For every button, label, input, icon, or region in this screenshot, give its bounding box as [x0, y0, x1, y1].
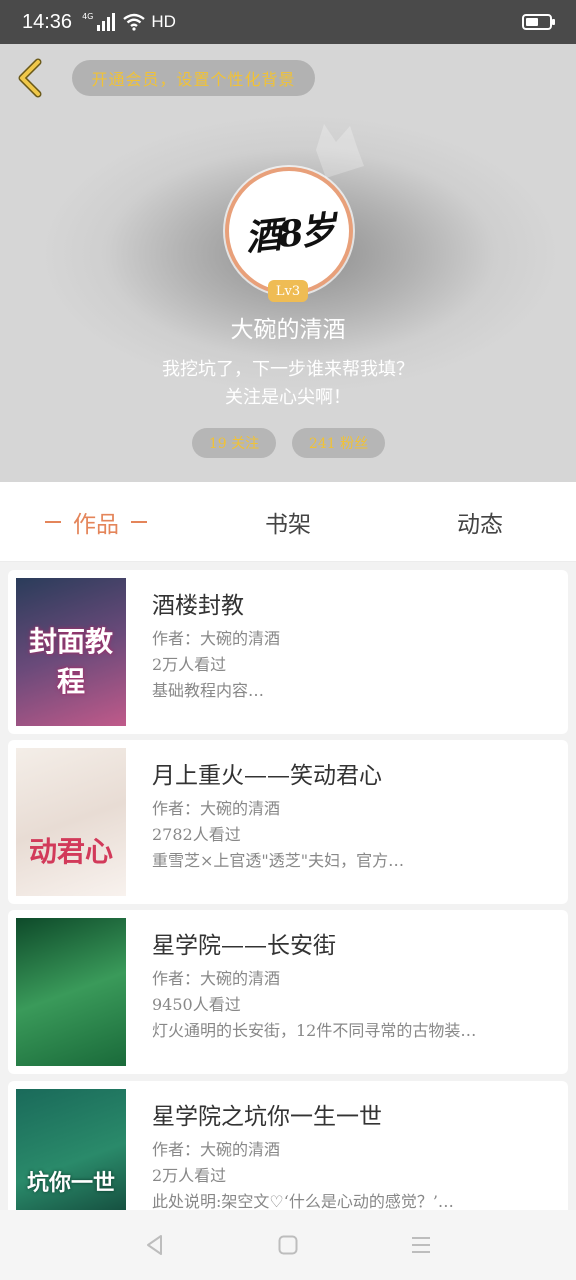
- status-bar: 14:36 4G HD: [0, 0, 576, 44]
- book-views: 2万人看过: [152, 655, 227, 674]
- signal-icon: 4G: [82, 12, 116, 31]
- tab-indicator-left: [45, 520, 61, 523]
- battery-icon: [522, 14, 555, 30]
- book-title: 月上重火——笑动君心: [152, 763, 382, 789]
- profile-tabs: 作品 书架 动态: [0, 482, 576, 562]
- avatar[interactable]: 酒8岁: [225, 167, 353, 295]
- cover-title: 动君心: [28, 835, 113, 868]
- book-title: 星学院——长安街: [152, 933, 336, 959]
- network-type: 4G: [82, 12, 94, 21]
- bio-line-2: 关注是心尖啊！: [225, 387, 351, 408]
- hd-indicator: HD: [151, 12, 176, 31]
- followers-button[interactable]: 241 粉丝: [292, 428, 385, 458]
- tab-activity[interactable]: 动态: [384, 482, 576, 561]
- nav-menu-icon[interactable]: [409, 1233, 433, 1257]
- book-author: 作者：大碗的清酒: [152, 969, 281, 988]
- tab-indicator-right: [131, 520, 147, 523]
- book-views: 2782人看过: [152, 825, 241, 844]
- book-cover: [16, 918, 126, 1066]
- bio: 我挖坑了，下一步谁来帮我填？ 关注是心尖啊！: [0, 356, 576, 412]
- book-title: 星学院之坑你一生一世: [152, 1104, 382, 1130]
- book-cover: 动君心: [16, 748, 126, 896]
- tab-bookshelf-label: 书架: [265, 511, 311, 538]
- tab-bookshelf[interactable]: 书架: [192, 482, 384, 561]
- book-author: 作者：大碗的清酒: [152, 799, 281, 818]
- avatar-text: 酒8岁: [243, 208, 336, 260]
- work-card[interactable]: 星学院——长安街 作者：大碗的清酒 9450人看过 灯火通明的长安街，12件不同…: [8, 910, 568, 1074]
- profile-header: 开通会员，设置个性化背景 酒8岁 Lv3 大碗的清酒 我挖坑了，下一步谁来帮我填…: [0, 44, 576, 482]
- wifi-icon: [123, 13, 146, 31]
- work-card[interactable]: 动君心 月上重火——笑动君心 作者：大碗的清酒 2782人看过 重雪芝×上官透"…: [8, 740, 568, 904]
- tab-activity-label: 动态: [457, 511, 503, 538]
- system-nav-bar: [0, 1210, 576, 1280]
- book-author: 作者：大碗的清酒: [152, 629, 281, 648]
- book-views: 2万人看过: [152, 1166, 227, 1185]
- username: 大碗的清酒: [230, 317, 346, 343]
- tab-works-label: 作品: [73, 511, 119, 538]
- book-title: 酒楼封教: [152, 593, 244, 619]
- cover-title: 封面教程: [28, 625, 113, 698]
- book-description: 重雪芝×上官透"透芝"夫妇，官方…: [152, 851, 405, 870]
- nav-home-icon[interactable]: [276, 1233, 300, 1257]
- back-icon[interactable]: [14, 58, 46, 98]
- book-cover: 封面教程: [16, 578, 126, 726]
- cover-title: 坑你一世: [26, 1170, 115, 1196]
- tab-works[interactable]: 作品: [0, 482, 192, 561]
- bio-line-1: 我挖坑了，下一步谁来帮我填？: [162, 359, 414, 380]
- book-description: 基础教程内容…: [152, 681, 265, 700]
- level-badge: Lv3: [268, 280, 308, 302]
- nav-back-icon[interactable]: [143, 1233, 167, 1257]
- vip-background-button[interactable]: 开通会员，设置个性化背景: [72, 60, 315, 96]
- book-description: 灯火通明的长安街，12件不同寻常的古物装…: [152, 1021, 477, 1040]
- status-time: 14:36: [22, 10, 73, 33]
- book-author: 作者：大碗的清酒: [152, 1140, 281, 1159]
- work-card[interactable]: 封面教程 酒楼封教 作者：大碗的清酒 2万人看过 基础教程内容…: [8, 570, 568, 734]
- book-views: 9450人看过: [152, 995, 241, 1014]
- following-button[interactable]: 19 关注: [192, 428, 276, 458]
